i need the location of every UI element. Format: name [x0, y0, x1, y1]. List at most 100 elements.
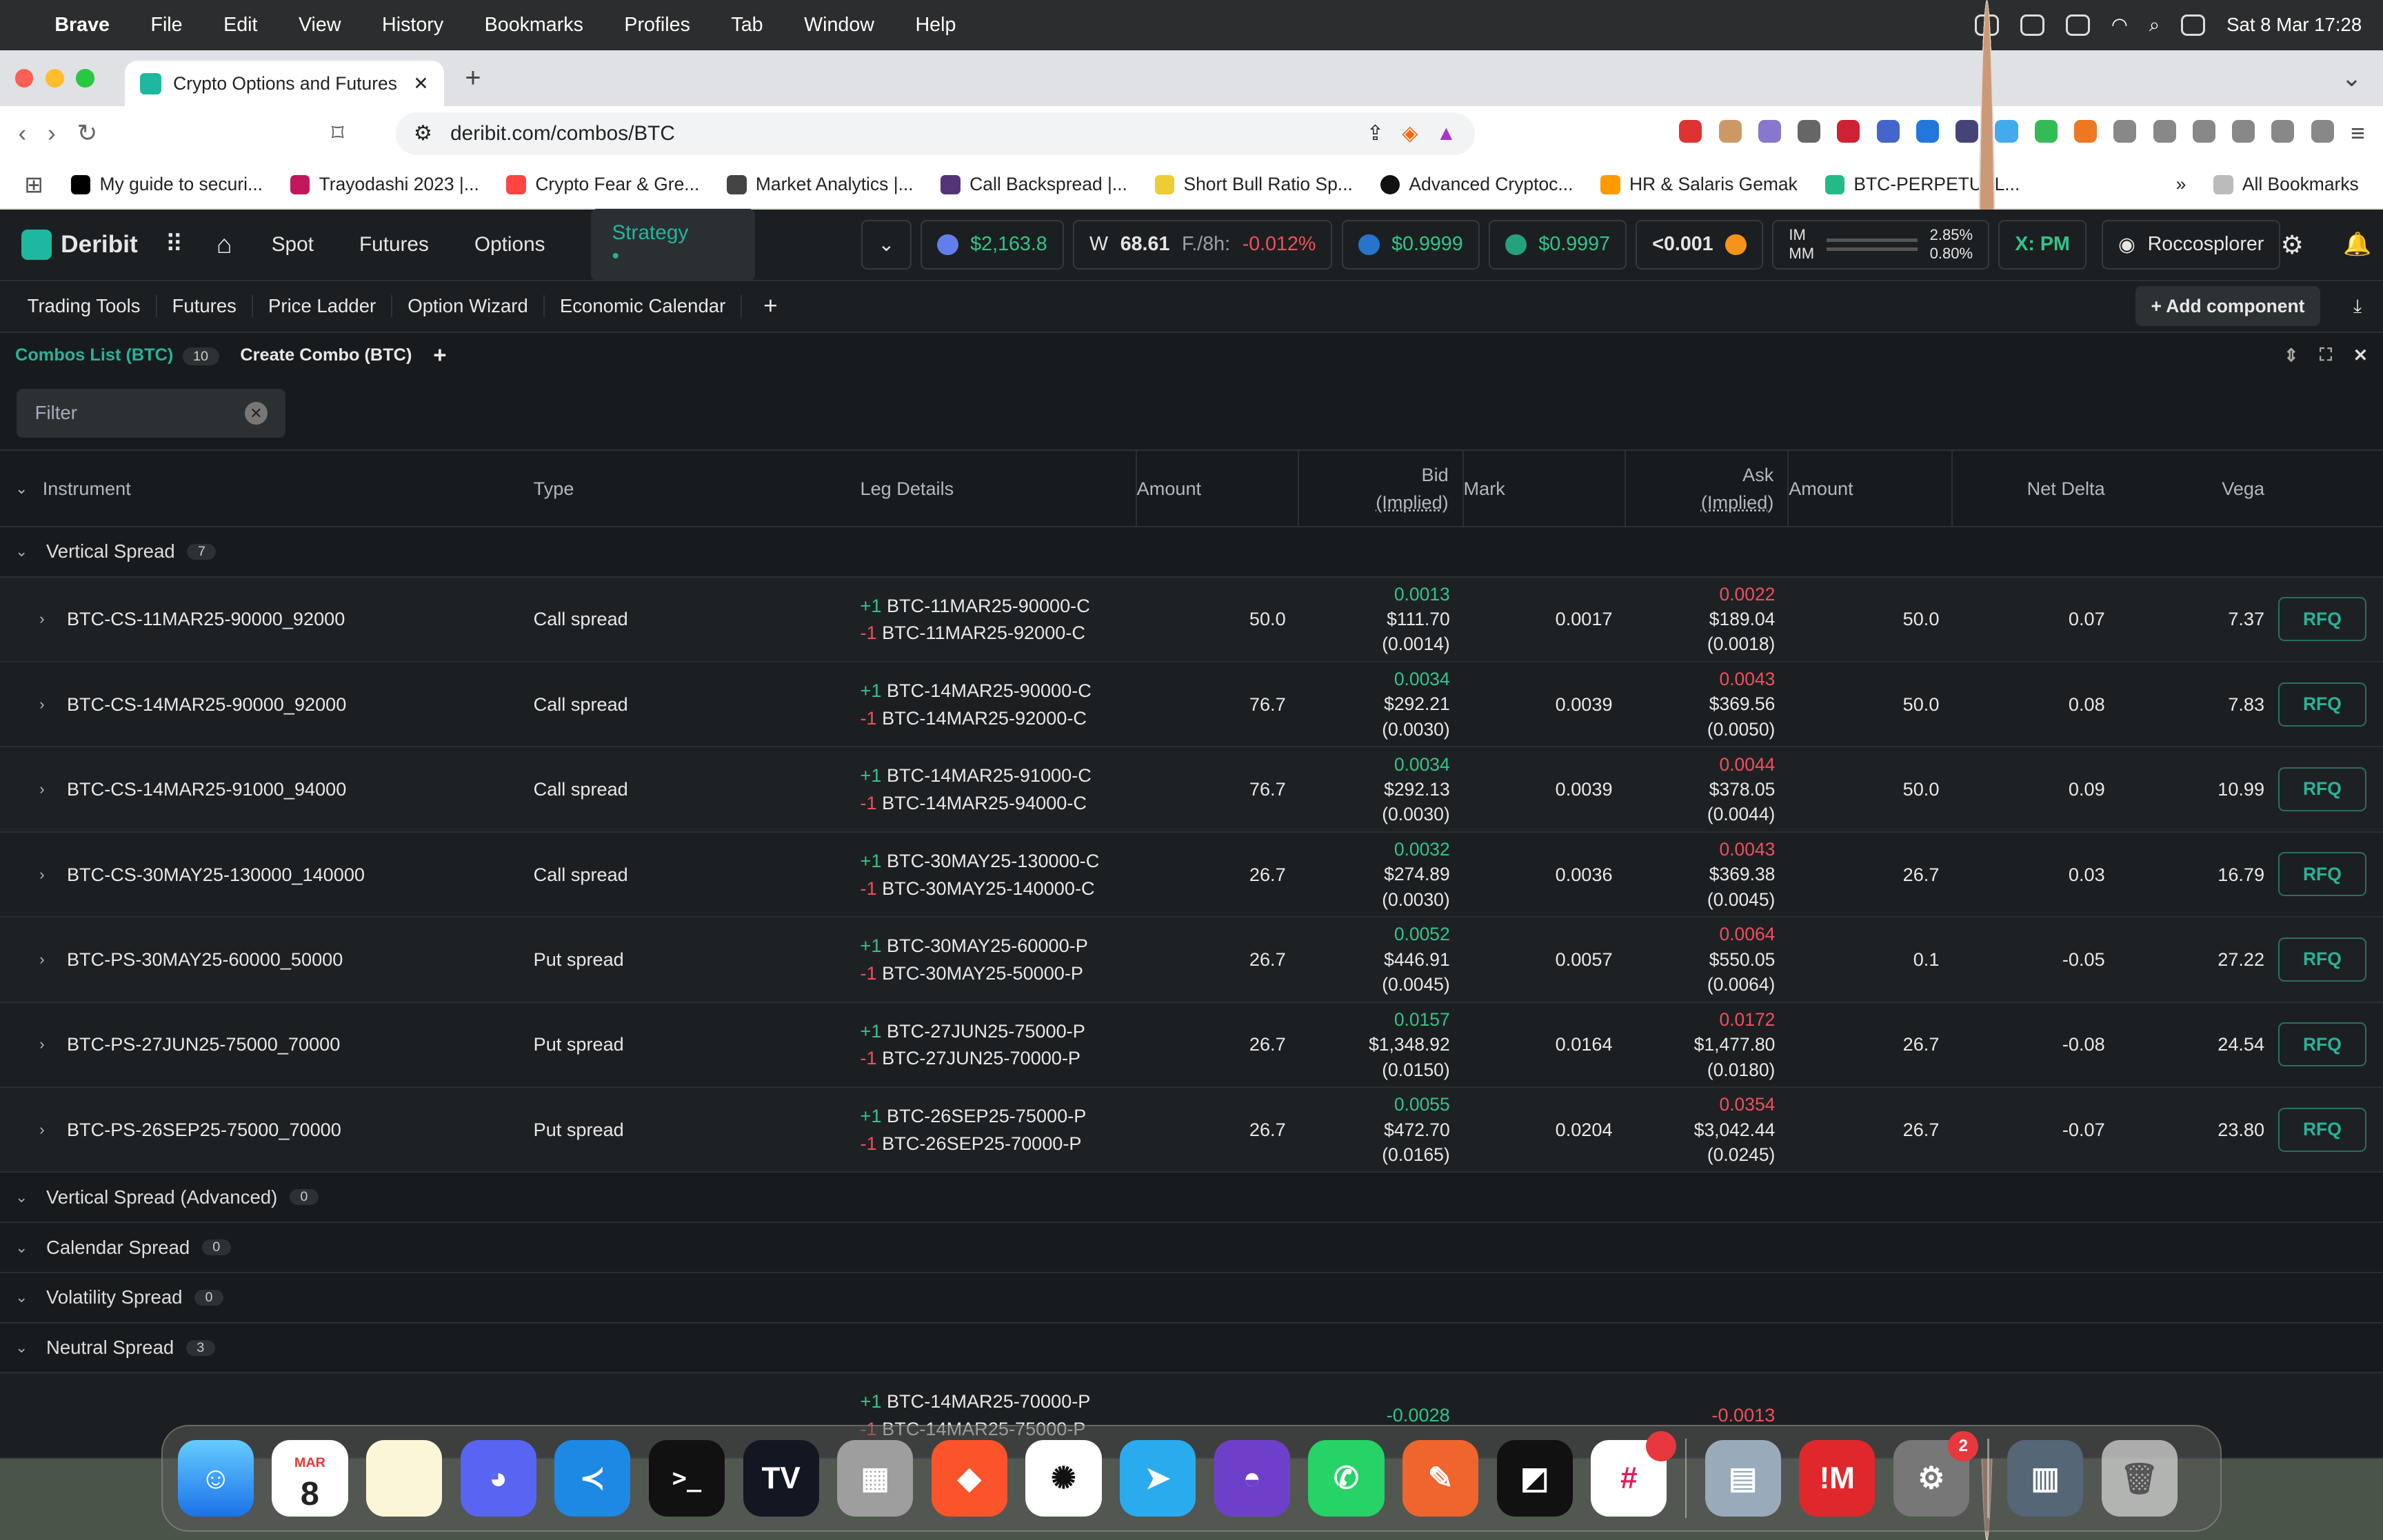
bid-amount[interactable]: 26.7 — [1137, 918, 1300, 1001]
nav-spot[interactable]: Spot — [272, 233, 314, 256]
bookmark-item[interactable]: Short Bull Ratio Sp... — [1154, 174, 1353, 195]
discord-icon[interactable]: ◕ — [460, 1440, 536, 1517]
col-legs[interactable]: Leg Details — [861, 451, 1137, 526]
layout-tab-trading-tools[interactable]: Trading Tools — [12, 295, 157, 318]
usdt-ticker[interactable]: $0.9997 — [1488, 219, 1627, 270]
metamask-icon[interactable] — [2074, 119, 2098, 143]
brave-icon[interactable]: ◆ — [931, 1440, 1007, 1517]
control-center-icon[interactable] — [2181, 14, 2206, 36]
collapse-icon[interactable]: ⤓ — [2353, 295, 2362, 318]
tab-combos-list[interactable]: Combos List (BTC) 10 — [15, 345, 219, 366]
expand-row-icon[interactable]: › — [39, 662, 44, 746]
calculator-icon[interactable]: ▦ — [837, 1440, 914, 1517]
ask-price[interactable]: 0.0043 $369.56 (0.0050) — [1626, 662, 1789, 746]
eth-ticker[interactable]: $2,163.8 — [920, 219, 1064, 270]
usdc-ticker[interactable]: $0.9999 — [1341, 219, 1480, 270]
menu-history[interactable]: History — [382, 14, 443, 37]
rfq-button[interactable]: RFQ — [2278, 937, 2366, 982]
ask-amount[interactable]: 50.0 — [1789, 747, 1953, 831]
finder-icon[interactable]: ☺ — [177, 1440, 254, 1517]
layout-tab-price-ladder[interactable]: Price Ladder — [253, 295, 393, 318]
expand-row-icon[interactable]: › — [39, 918, 44, 1001]
ask-price[interactable]: 0.0043 $369.38 (0.0045) — [1626, 833, 1789, 916]
media-icon[interactable] — [2153, 119, 2176, 143]
table-row[interactable]: › BTC-CS-14MAR25-91000_94000 Call spread +1… — [0, 747, 2383, 833]
btc-balance[interactable]: <0.001 — [1636, 219, 1764, 270]
table-row[interactable]: › BTC-PS-30MAY25-60000_50000 Put spread +1 … — [0, 918, 2383, 1003]
user-account[interactable]: ◉ Roccosplorer — [2101, 219, 2281, 270]
ask-amount[interactable]: 50.0 — [1789, 662, 1953, 746]
bid-amount[interactable]: 76.7 — [1137, 747, 1300, 831]
ask-amount[interactable]: 26.7 — [1789, 1003, 1953, 1086]
sort-icon[interactable]: ⇕ — [2284, 345, 2298, 366]
table-row[interactable]: › BTC-CS-14MAR25-90000_92000 Call spread +1… — [0, 662, 2383, 748]
rfq-button[interactable]: RFQ — [2278, 767, 2366, 811]
bid-price[interactable]: 0.0013 $111.70 (0.0014) — [1300, 578, 1464, 661]
menu-edit[interactable]: Edit — [223, 14, 257, 37]
pages-icon[interactable]: ✎ — [1402, 1440, 1479, 1517]
group-vertical-spread[interactable]: ⌄ Vertical Spread 7 — [0, 527, 2383, 578]
ask-price[interactable]: 0.0172 $1,477.80 (0.0180) — [1626, 1003, 1789, 1086]
whatsapp-icon[interactable]: ✆ — [1308, 1440, 1385, 1517]
instrument-name[interactable]: BTC-CS-30MAY25-130000_140000 — [67, 833, 365, 916]
github-desktop-icon[interactable]: ◓ — [1214, 1440, 1290, 1517]
menu-window[interactable]: Window — [804, 14, 874, 37]
group-vertical-spread-advanced[interactable]: ⌄ Vertical Spread (Advanced) 0 — [0, 1173, 2383, 1224]
app-icon[interactable]: ◩ — [1496, 1440, 1573, 1517]
bookmark-item[interactable]: Market Analytics |... — [727, 174, 914, 195]
ask-price[interactable]: 0.0064 $550.05 (0.0064) — [1626, 918, 1789, 1001]
col-net-delta[interactable]: Net Delta — [1953, 451, 2105, 525]
expand-row-icon[interactable]: › — [39, 578, 44, 661]
col-mark[interactable]: Mark — [1464, 451, 1627, 526]
clear-filter-icon[interactable]: ✕ — [244, 401, 268, 425]
col-vega[interactable]: Vega — [2105, 451, 2264, 525]
add-panel-tab-button[interactable]: + — [433, 343, 446, 369]
margin-mode[interactable]: X: PM — [1998, 219, 2087, 270]
telegram-icon[interactable]: ➤ — [1120, 1440, 1196, 1517]
instrument-name[interactable]: BTC-CS-11MAR25-90000_92000 — [67, 578, 345, 661]
rfq-button[interactable]: RFQ — [2278, 1022, 2366, 1067]
extension-icon[interactable] — [1955, 119, 1979, 143]
group-volatility-spread[interactable]: ⌄ Volatility Spread 0 — [0, 1273, 2383, 1324]
settings-icon[interactable]: ⚙ — [2280, 230, 2304, 260]
table-row[interactable]: › BTC-PS-26SEP25-75000_70000 Put spread +1 … — [0, 1088, 2383, 1173]
nav-strategy[interactable]: Strategy • — [590, 209, 756, 281]
menu-profiles[interactable]: Profiles — [624, 14, 690, 37]
share-icon[interactable]: ⇪ — [1367, 121, 1384, 145]
expand-row-icon[interactable]: › — [39, 747, 44, 831]
more-bookmarks-icon[interactable]: » — [2176, 174, 2186, 195]
bid-amount[interactable]: 26.7 — [1137, 833, 1300, 916]
margin-indicator[interactable]: IM MM 2.85% 0.80% — [1772, 219, 1990, 270]
instrument-name[interactable]: BTC-CS-14MAR25-90000_92000 — [67, 662, 346, 746]
bookmark-item[interactable]: Trayodashi 2023 |... — [290, 174, 479, 195]
nav-futures[interactable]: Futures — [359, 233, 429, 256]
bid-price[interactable]: 0.0157 $1,348.92 (0.0150) — [1300, 1003, 1464, 1086]
bookmark-item[interactable]: Call Backspread |... — [941, 174, 1127, 195]
apps-menu-icon[interactable]: ⠿ — [165, 230, 183, 259]
all-bookmarks[interactable]: All Bookmarks — [2213, 174, 2359, 195]
instrument-name[interactable]: BTC-PS-27JUN25-75000_70000 — [67, 1003, 340, 1086]
add-component-button[interactable]: + Add component — [2135, 286, 2320, 326]
ask-amount[interactable]: 0.1 — [1789, 918, 1953, 1001]
extension-icon[interactable] — [1837, 119, 1860, 143]
menu-view[interactable]: View — [299, 14, 341, 37]
rfq-button[interactable]: RFQ — [2278, 1107, 2366, 1152]
bookmark-item[interactable]: Crypto Fear & Gre... — [506, 174, 699, 195]
extension-icon[interactable] — [2034, 119, 2058, 143]
extension-icon[interactable] — [1916, 119, 1939, 143]
menubar-app-name[interactable]: Brave — [54, 14, 110, 37]
preview-icon[interactable]: ▤ — [1705, 1440, 1781, 1517]
extensions-puzzle-icon[interactable] — [2113, 119, 2137, 143]
group-neutral-spread[interactable]: ⌄ Neutral Spread 3 — [0, 1324, 2383, 1374]
filter-input[interactable]: Filter ✕ — [17, 389, 286, 438]
ask-amount[interactable]: 50.0 — [1789, 578, 1953, 661]
bid-price[interactable]: 0.0032 $274.89 (0.0030) — [1300, 833, 1464, 916]
menu-help[interactable]: Help — [915, 14, 956, 37]
bid-amount[interactable]: 26.7 — [1137, 1003, 1300, 1086]
wifi-icon[interactable]: ◠ — [2111, 14, 2128, 36]
notifications-icon[interactable]: 🔔 — [2343, 231, 2371, 258]
deribit-logo[interactable]: Deribit — [21, 229, 138, 260]
bookmark-page-icon[interactable]: ⌑ — [332, 119, 344, 148]
status-icon[interactable] — [2020, 14, 2044, 36]
calendar-icon[interactable]: MAR 8 — [272, 1440, 348, 1517]
